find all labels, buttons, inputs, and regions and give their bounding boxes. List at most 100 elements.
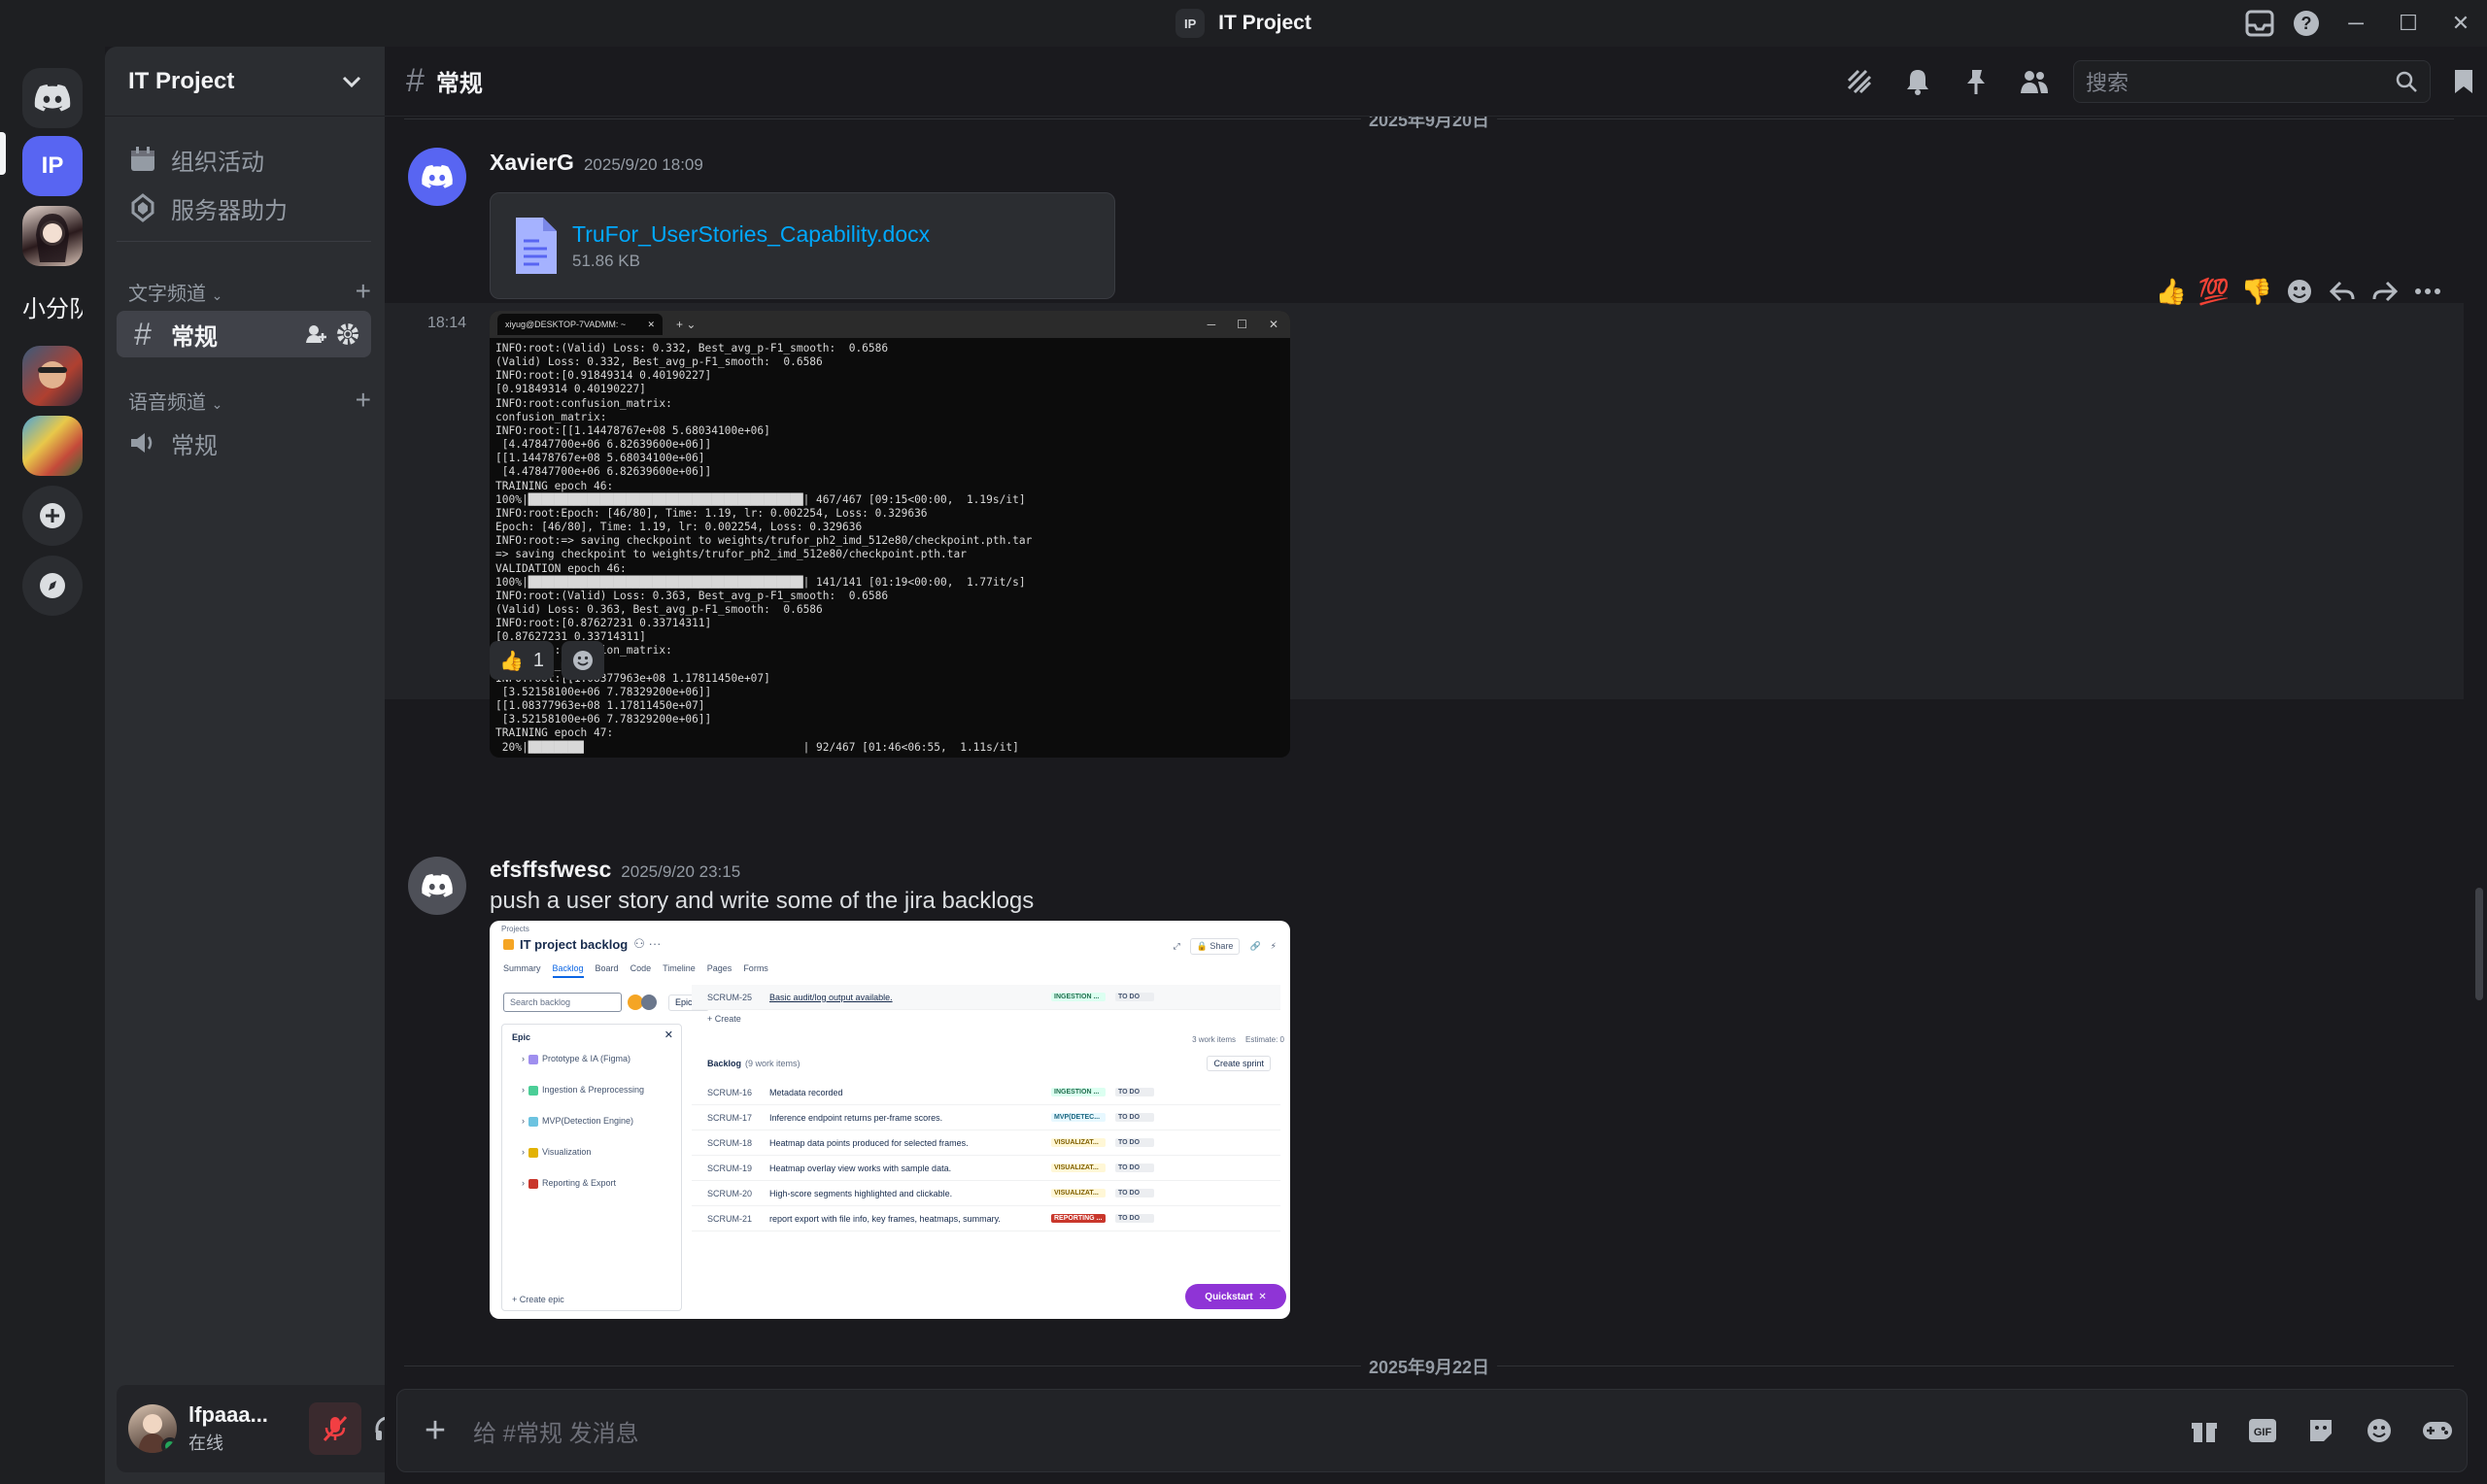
issue-status: TO DO <box>1115 1164 1154 1172</box>
bookmark-icon[interactable] <box>2440 52 2487 111</box>
issue-status: TO DO <box>1115 1189 1154 1197</box>
close-button[interactable]: ✕ <box>2435 0 2487 47</box>
thumbs-down-icon[interactable]: 👎 <box>2236 271 2277 312</box>
jira-tab: Code <box>630 963 652 973</box>
message-list: 2025年9月20日 XavierG 2025/9/20 18:09 TruFor… <box>385 117 2487 1379</box>
username[interactable]: lfpaaa... <box>188 1402 309 1428</box>
mute-mic-button[interactable] <box>309 1402 361 1455</box>
hundred-points-icon[interactable]: 💯 <box>2194 271 2234 312</box>
boost-item[interactable]: 服务器助力 <box>117 185 371 231</box>
hash-icon: # <box>134 316 152 352</box>
avatar[interactable] <box>128 1404 177 1453</box>
avatar[interactable] <box>408 148 466 206</box>
add-text-channel-icon[interactable]: + <box>356 276 371 307</box>
channel-sidebar: IT Project 组织活动 服务器助力 文字频道 ⌄ + # 常规 语音频道… <box>105 47 478 1484</box>
online-status-icon <box>161 1437 177 1453</box>
server-colorful-avatar[interactable] <box>22 416 83 476</box>
server-badge: IP <box>1175 9 1206 38</box>
thumbs-up-icon[interactable]: 👍 <box>2151 271 2192 312</box>
sticker-icon[interactable] <box>2292 1401 2350 1460</box>
terminal-line: 100%|███████████████████████████████████… <box>495 575 1026 589</box>
terminal-line: INFO:root:[0.91849314 0.40190227] <box>495 369 712 383</box>
add-reaction-button[interactable] <box>562 641 605 680</box>
message-input[interactable]: 给 #常规 发消息 <box>473 1414 2175 1448</box>
message-author[interactable]: efsffsfwesc 2025/9/20 23:15 <box>490 857 740 883</box>
avatar[interactable] <box>408 857 466 915</box>
search-icon <box>2396 71 2417 92</box>
terminal-line: [3.52158100e+06 7.78329200e+06]] <box>495 713 712 726</box>
upload-plus-button[interactable]: + <box>397 1389 473 1472</box>
quickstart-button: Quickstart ✕ <box>1185 1284 1286 1309</box>
emoji-icon[interactable] <box>2350 1401 2408 1460</box>
epic-item: › Visualization <box>522 1147 592 1158</box>
maximize-button[interactable]: ☐ <box>2382 0 2435 47</box>
events-item[interactable]: 组织活动 <box>117 136 371 183</box>
invite-member-icon[interactable] <box>305 323 326 345</box>
discover-icon[interactable] <box>22 556 83 616</box>
issue-status: TO DO <box>1115 993 1154 1001</box>
scrollbar[interactable] <box>2475 888 2483 1000</box>
author-name[interactable]: efsffsfwesc <box>490 857 611 882</box>
activities-gamepad-icon[interactable] <box>2408 1401 2467 1460</box>
discord-home-icon[interactable] <box>22 68 83 128</box>
add-server-icon[interactable] <box>22 486 83 546</box>
author-name[interactable]: XavierG <box>490 150 574 175</box>
inbox-icon[interactable] <box>2236 0 2283 47</box>
channel-header: # 常规 搜索 <box>385 47 2487 117</box>
voice-category-label: 语音频道 <box>128 391 206 414</box>
member-list-icon[interactable] <box>2005 52 2063 111</box>
jira-screenshot[interactable]: Projects IT project backlog ⚇ ··· ⤢ 🔒 Shar… <box>490 921 1290 1319</box>
issue-key: SCRUM-20 <box>707 1188 753 1198</box>
more-options-icon[interactable] <box>2407 271 2448 312</box>
terminal-line: INFO:root:[[1.14478767e+08 5.68034100e+0… <box>495 423 770 437</box>
file-attachment[interactable]: TruFor_UserStories_Capability.docx 51.86… <box>490 192 1115 299</box>
forward-icon[interactable] <box>2365 271 2405 312</box>
boost-label: 服务器助力 <box>171 197 288 224</box>
terminal-line: => saving checkpoint to weights/trufor_p… <box>495 548 967 561</box>
gift-icon[interactable] <box>2175 1401 2233 1460</box>
issue-status: TO DO <box>1115 1138 1154 1147</box>
voice-channels-category[interactable]: 语音频道 ⌄ + <box>128 385 371 416</box>
voice-channel-item-general[interactable]: 常规 <box>117 420 371 466</box>
thumbs-up-icon: 👍 <box>499 650 524 672</box>
terminal-screenshot[interactable]: xiyug@DESKTOP-7VADMM: ~ ✕ + ⌄ ─ ☐ ✕ INFO:ro… <box>490 311 1290 758</box>
jira-tab: Timeline <box>663 963 696 973</box>
minimize-button[interactable]: ─ <box>2330 0 2382 47</box>
server-folder-xiaofendui[interactable]: 小分队 <box>22 276 83 336</box>
date-divider-label: 2025年9月22日 <box>1360 1354 1498 1379</box>
gear-icon[interactable] <box>336 322 359 346</box>
reply-icon[interactable] <box>2322 271 2363 312</box>
project-icon <box>503 938 514 950</box>
user-status: 在线 <box>188 1433 223 1453</box>
jira-tabs: Summary Backlog Board Code Timeline Pages Form… <box>503 963 768 978</box>
reaction-thumbs-up[interactable]: 👍 1 <box>490 641 555 680</box>
server-it-project[interactable]: IP <box>22 136 83 196</box>
epic-panel: Epic ✕ › Prototype & IA (Figma) › Ingesti… <box>501 1024 682 1311</box>
message-author[interactable]: XavierG 2025/9/20 18:09 <box>490 150 703 176</box>
table-row: SCRUM-20 High-score segments highlighted … <box>692 1181 1280 1206</box>
folder-label: 小分队 <box>22 295 83 322</box>
help-icon[interactable]: ? <box>2283 0 2330 47</box>
issue-summary: Heatmap data points produced for selecte… <box>769 1137 969 1148</box>
terminal-tab: xiyug@DESKTOP-7VADMM: ~ ✕ <box>497 314 663 335</box>
epic-name: Visualization <box>542 1147 592 1157</box>
table-row: SCRUM-19 Heatmap overlay view works with … <box>692 1156 1280 1181</box>
terminal-line: VALIDATION epoch 46: <box>495 561 627 575</box>
terminal-line: INFO:root:[0.87627231 0.33714311] <box>495 617 712 630</box>
gif-icon[interactable]: GIF <box>2233 1401 2292 1460</box>
search-input[interactable]: 搜索 <box>2073 60 2431 103</box>
issue-key: SCRUM-17 <box>707 1112 753 1123</box>
channel-item-general[interactable]: # 常规 <box>117 311 371 357</box>
threads-icon[interactable] <box>1830 52 1889 111</box>
add-voice-channel-icon[interactable]: + <box>356 385 371 416</box>
server-header[interactable]: IT Project <box>105 47 385 117</box>
add-reaction-icon[interactable] <box>2279 271 2320 312</box>
jira-search: Search backlog <box>503 993 622 1012</box>
file-name[interactable]: TruFor_UserStories_Capability.docx <box>572 221 930 248</box>
text-channels-category[interactable]: 文字频道 ⌄ + <box>128 276 371 307</box>
server-anime-avatar[interactable] <box>22 206 83 266</box>
notification-bell-icon[interactable] <box>1889 52 1947 111</box>
server-photo-avatar[interactable] <box>22 346 83 406</box>
epic-name: Ingestion & Preprocessing <box>542 1085 645 1095</box>
pin-icon[interactable] <box>1947 52 2005 111</box>
